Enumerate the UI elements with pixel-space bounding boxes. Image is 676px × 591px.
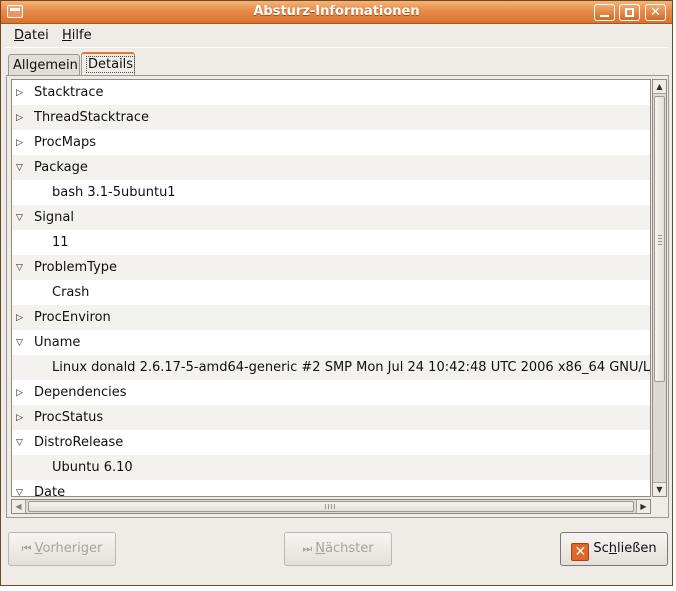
vertical-scroll-thumb[interactable] <box>654 96 665 382</box>
expander-closed-icon[interactable]: ▷ <box>16 138 26 148</box>
tree-row-label: ProblemType <box>34 260 118 275</box>
tree-row-label: ProcMaps <box>34 135 96 150</box>
tree-key-row[interactable]: ▷ ThreadStacktrace <box>12 105 650 130</box>
expander-closed-icon[interactable]: ▷ <box>16 388 26 398</box>
previous-button[interactable]: ⏮ Vorheriger <box>8 532 116 566</box>
tree-row-label: Dependencies <box>34 385 127 400</box>
expander-open-icon[interactable]: ▽ <box>16 488 26 496</box>
tab-details[interactable]: Details <box>81 52 136 76</box>
tree-row-label: ProcStatus <box>34 410 104 425</box>
scroll-right-icon[interactable]: ▶ <box>636 500 650 513</box>
previous-label-post: orheriger <box>42 541 103 556</box>
tree-key-row[interactable]: ▷ ProcStatus <box>12 405 650 430</box>
menu-hilfe[interactable]: Hilfe <box>62 28 92 43</box>
tree-value-row[interactable]: Crash <box>12 280 650 305</box>
tree-row-label: Package <box>34 160 88 175</box>
minimize-button[interactable] <box>594 4 615 21</box>
tree-value-row[interactable]: bash 3.1-5ubuntu1 <box>12 180 650 205</box>
expander-open-icon[interactable]: ▽ <box>16 338 26 348</box>
scroll-left-icon[interactable]: ◀ <box>12 500 26 513</box>
grip-icon <box>325 504 337 509</box>
tab-details-label: Details <box>86 56 136 73</box>
tree-row-label: Linux donald 2.6.17-5-amd64-generic #2 S… <box>52 360 651 375</box>
tab-allgemein-label: Allgemein <box>13 58 78 73</box>
tree-value-row[interactable]: Ubuntu 6.10 <box>12 455 650 480</box>
skip-back-icon: ⏮ <box>21 542 32 555</box>
tree-value-row[interactable]: 11 <box>12 230 650 255</box>
scroll-down-icon[interactable]: ▼ <box>653 482 666 496</box>
expander-open-icon[interactable]: ▽ <box>16 163 26 173</box>
tree-key-row[interactable]: ▷ Dependencies <box>12 380 650 405</box>
horizontal-scroll-thumb[interactable] <box>28 501 634 512</box>
expander-open-icon[interactable]: ▽ <box>16 213 26 223</box>
close-button[interactable]: ✕ Schließen <box>560 532 668 566</box>
tree-row-label: Signal <box>34 210 74 225</box>
grip-icon <box>658 235 662 245</box>
tree-key-row[interactable]: ▽ DistroRelease <box>12 430 650 455</box>
tree-key-row[interactable]: ▽ Package <box>12 155 650 180</box>
maximize-button[interactable] <box>619 4 640 21</box>
tree-key-row[interactable]: ▽ Date <box>12 480 650 497</box>
skip-forward-icon: ⏭ <box>302 542 313 555</box>
minimize-icon <box>600 15 609 17</box>
tree-row-label: Stacktrace <box>34 85 104 100</box>
tree-row-label: DistroRelease <box>34 435 124 450</box>
close-icon: ✕ <box>571 543 590 561</box>
window-title: Absturz-Informationen <box>253 4 420 19</box>
details-tree[interactable]: ▷ Stacktrace ▷ ThreadStacktrace ▷ ProcMaps ▽ Pa… <box>11 79 651 497</box>
tree-row-label: Uname <box>34 335 81 350</box>
close-x-icon: ✕ <box>650 5 661 20</box>
tree-key-row[interactable]: ▷ ProcEnviron <box>12 305 650 330</box>
next-mnemonic: N <box>315 541 326 556</box>
tree-key-row[interactable]: ▽ Signal <box>12 205 650 230</box>
menu-datei[interactable]: Datei <box>14 28 49 43</box>
tree-value-row[interactable]: Linux donald 2.6.17-5-amd64-generic #2 S… <box>12 355 650 380</box>
menu-separator <box>5 47 668 48</box>
vertical-scrollbar[interactable]: ▲ ▼ <box>652 79 667 497</box>
tree-row-label: Ubuntu 6.10 <box>52 460 133 475</box>
close-label-pre: Sc <box>593 541 609 556</box>
tree-row-label: 11 <box>52 235 69 250</box>
next-button[interactable]: ⏭ Nächster <box>284 532 392 566</box>
maximize-icon <box>625 8 634 17</box>
tree-row-label: Crash <box>52 285 90 300</box>
close-label-post: ließen <box>617 541 657 556</box>
tab-allgemein[interactable]: Allgemein <box>8 54 80 76</box>
tree-key-row[interactable]: ▽ Uname <box>12 330 650 355</box>
expander-closed-icon[interactable]: ▷ <box>16 113 26 123</box>
expander-closed-icon[interactable]: ▷ <box>16 413 26 423</box>
tree-key-row[interactable]: ▷ ProcMaps <box>12 130 650 155</box>
horizontal-scrollbar[interactable]: ◀ ▶ <box>11 499 651 514</box>
scroll-up-icon[interactable]: ▲ <box>653 80 666 94</box>
expander-closed-icon[interactable]: ▷ <box>16 88 26 98</box>
menu-bar: Datei Hilfe <box>1 25 672 47</box>
expander-closed-icon[interactable]: ▷ <box>16 313 26 323</box>
details-panel: ▷ Stacktrace ▷ ThreadStacktrace ▷ ProcMaps ▽ Pa… <box>6 75 669 518</box>
next-label-post: ächster <box>325 541 374 556</box>
tree-key-row[interactable]: ▽ ProblemType <box>12 255 650 280</box>
tree-row-label: ProcEnviron <box>34 310 111 325</box>
title-bar[interactable]: Absturz-Informationen ✕ <box>1 1 672 24</box>
expander-open-icon[interactable]: ▽ <box>16 438 26 448</box>
close-mnemonic: h <box>608 541 617 556</box>
expander-open-icon[interactable]: ▽ <box>16 263 26 273</box>
tree-row-label: bash 3.1-5ubuntu1 <box>52 185 176 200</box>
tree-row-label: ThreadStacktrace <box>34 110 150 125</box>
tree-key-row[interactable]: ▷ Stacktrace <box>12 80 650 105</box>
crash-info-window: Absturz-Informationen ✕ Datei Hilfe Allg… <box>0 0 673 586</box>
tree-row-label: Date <box>34 485 66 497</box>
window-close-button[interactable]: ✕ <box>645 4 666 21</box>
